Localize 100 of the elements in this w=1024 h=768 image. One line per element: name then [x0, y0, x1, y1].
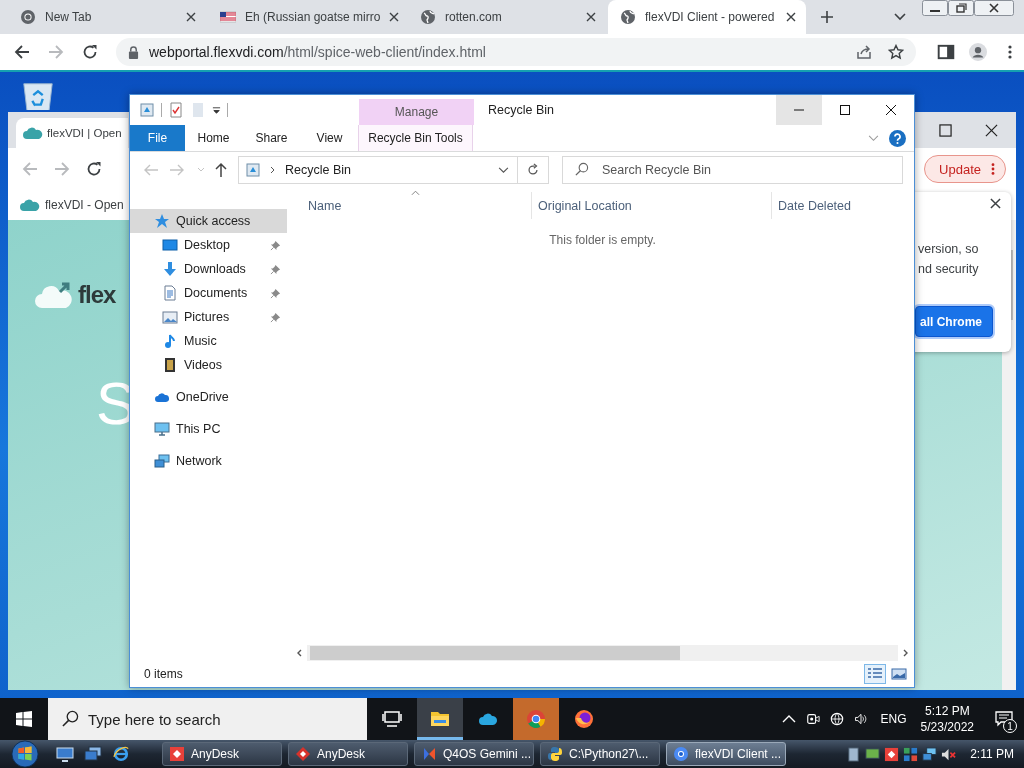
monitor-icon: [162, 237, 178, 253]
side-panel-icon[interactable]: [937, 43, 955, 61]
browser-tab[interactable]: New Tab: [8, 0, 206, 34]
nav-item[interactable]: Documents: [130, 281, 287, 305]
server-icon[interactable]: [846, 746, 862, 762]
globe-icon: [420, 9, 436, 25]
recycle-bin-icon: [139, 102, 155, 118]
speaker-icon[interactable]: [853, 712, 868, 726]
clock[interactable]: 5:12 PM 5/23/2022: [920, 703, 974, 735]
start-orb-icon[interactable]: [10, 740, 40, 768]
ribbon-tab[interactable]: File: [130, 125, 185, 151]
restore-button[interactable]: [948, 0, 974, 16]
pin-icon[interactable]: [270, 311, 281, 323]
column-header[interactable]: Date Deleted: [771, 192, 914, 219]
close-icon[interactable]: [586, 12, 596, 22]
nav-item[interactable]: Music: [130, 329, 287, 353]
search-field[interactable]: Type here to search: [48, 698, 367, 740]
pin-icon[interactable]: [270, 239, 281, 251]
lock-icon: [128, 45, 139, 59]
browser-tab[interactable]: Eh (Russian goatse mirro: [208, 0, 406, 34]
browser-tab[interactable]: flexVDI Client - powered: [608, 0, 806, 34]
monitor-icon[interactable]: [56, 746, 74, 762]
globe-icon[interactable]: [829, 712, 844, 726]
update-button[interactable]: Update: [924, 155, 1006, 183]
q4os-icon: [421, 746, 437, 762]
maximize-icon[interactable]: [939, 123, 952, 137]
search-field[interactable]: Search Recycle Bin: [562, 156, 903, 184]
task-view-icon: [382, 709, 402, 729]
share-icon[interactable]: [856, 44, 872, 60]
close-button[interactable]: [974, 0, 1014, 16]
taskbar-button[interactable]: AnyDesk: [162, 742, 282, 766]
nav-item[interactable]: OneDrive: [130, 385, 287, 409]
star-icon[interactable]: [888, 44, 904, 60]
nav-item[interactable]: Downloads: [130, 257, 287, 281]
browser-e-icon[interactable]: [112, 746, 130, 762]
pin-icon[interactable]: [270, 263, 281, 275]
taskbar-button[interactable]: AnyDesk: [288, 742, 408, 766]
plus-icon[interactable]: [820, 10, 834, 24]
anydesk-icon[interactable]: [884, 746, 900, 762]
reload-icon[interactable]: [82, 44, 98, 60]
nav-item[interactable]: Videos: [130, 353, 287, 377]
dropdown-icon[interactable]: [212, 105, 221, 115]
refresh-button[interactable]: [518, 156, 549, 184]
details-view-icon[interactable]: [864, 664, 886, 684]
scroll-left-icon[interactable]: [296, 649, 302, 657]
nav-item[interactable]: This PC: [130, 417, 287, 441]
reinstall-button[interactable]: all Chrome: [915, 306, 993, 337]
ribbon-tab[interactable]: Recycle Bin Tools: [358, 125, 473, 151]
pin-icon[interactable]: [270, 287, 281, 299]
notification-button[interactable]: 1: [984, 698, 1024, 740]
recycle-bin-icon: [245, 162, 261, 178]
nav-item[interactable]: Desktop: [130, 233, 287, 257]
bookmark[interactable]: flexVDI - Open: [20, 198, 124, 212]
profile-icon[interactable]: [969, 43, 987, 61]
column-header[interactable]: Name: [301, 192, 531, 219]
nav-item[interactable]: Quick access: [130, 209, 287, 233]
close-icon[interactable]: [389, 12, 400, 22]
scrollbar-thumb[interactable]: [310, 646, 680, 660]
taskbar-button[interactable]: Q4OS Gemini ...: [414, 742, 534, 766]
nav-item[interactable]: Network: [130, 449, 287, 473]
ribbon-tab[interactable]: View: [301, 125, 358, 151]
menu-icon[interactable]: [991, 162, 995, 176]
help-icon[interactable]: [889, 129, 906, 147]
reload-icon[interactable]: [86, 161, 102, 177]
grid-icon[interactable]: [903, 746, 919, 762]
language-indicator[interactable]: ENG: [880, 712, 907, 726]
menu-icon[interactable]: [1008, 44, 1012, 60]
address-field[interactable]: webportal.flexvdi.com/html/spice-web-client/index.html: [116, 38, 916, 66]
camera-icon[interactable]: [805, 712, 820, 726]
windows-logo-icon[interactable]: [16, 711, 32, 727]
up-arrow-icon[interactable]: [213, 162, 229, 178]
muted-speaker-icon[interactable]: [941, 746, 957, 762]
taskbar-button[interactable]: [417, 698, 463, 740]
maximize-icon: [840, 105, 850, 115]
ribbon-tab[interactable]: Home: [185, 125, 242, 151]
taskbar-button[interactable]: C:\Python27\...: [540, 742, 660, 766]
back-icon[interactable]: [14, 44, 30, 60]
recycle-bin-icon[interactable]: [20, 80, 56, 110]
close-icon[interactable]: [186, 12, 196, 22]
cloud-icon: [23, 126, 43, 140]
chevron-down-icon[interactable]: [894, 13, 906, 21]
ribbon-tab[interactable]: Share: [242, 125, 301, 151]
windows-stack-icon[interactable]: [84, 746, 102, 762]
chevron-down-icon[interactable]: [498, 166, 509, 174]
close-icon[interactable]: [990, 198, 1001, 209]
browser-tab[interactable]: flexVDI | Open: [16, 118, 128, 148]
nav-item[interactable]: Pictures: [130, 305, 287, 329]
properties-icon[interactable]: [168, 102, 184, 118]
clock[interactable]: 2:11 PM: [970, 747, 1014, 761]
minimize-button[interactable]: [922, 0, 948, 16]
close-icon[interactable]: [985, 123, 998, 137]
network-icon[interactable]: [922, 746, 938, 762]
monitor-icon[interactable]: [865, 746, 881, 762]
scroll-right-icon[interactable]: [903, 649, 909, 657]
address-field[interactable]: Recycle Bin: [238, 156, 518, 184]
column-header[interactable]: Original Location: [531, 192, 771, 219]
taskbar-button[interactable]: flexVDI Client ...: [666, 742, 786, 766]
item-count: 0 items: [144, 667, 183, 681]
browser-tab[interactable]: rotten.com: [408, 0, 606, 34]
close-icon[interactable]: [786, 12, 796, 22]
